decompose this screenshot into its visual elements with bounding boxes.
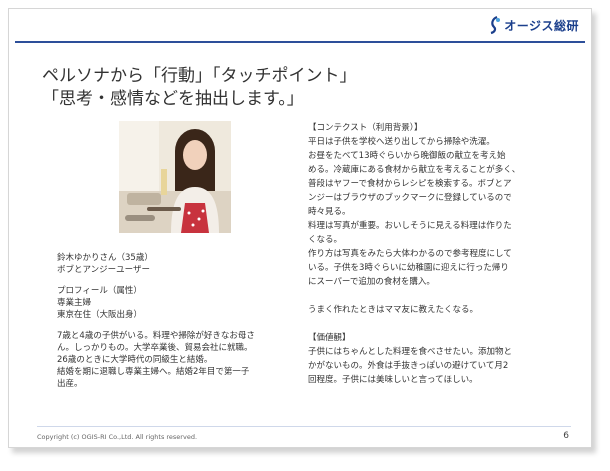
page-number: 6 — [563, 431, 569, 441]
slide: オージス総研 ペルソナから「行動」「タッチポイント」 「思考・感情などを抽出しま… — [8, 8, 592, 448]
header-rule — [15, 41, 585, 43]
context-line: にスーパーで追加の食材を購入。 — [308, 277, 435, 287]
context-heading: 【コンテクスト（利用背景）】 — [308, 123, 423, 133]
profile-job: 専業主婦 — [57, 298, 92, 308]
context-line: める。冷蔵庫にある食材から献立を考えることが多く、 — [308, 165, 521, 175]
values-line: かがないもの。外食は手抜きっぽいの避けていて月2 — [308, 361, 509, 371]
context-line: くなる。 — [308, 235, 343, 245]
bio-line: ん。しっかりもの。大学卒業後、貿易会社に就職。 — [57, 343, 253, 353]
title-line-1: ペルソナから「行動」「タッチポイント」 — [42, 66, 357, 86]
bio-line: 7歳と4歳の子供がいる。料理や掃除が好きなお母さ — [57, 331, 255, 341]
persona-photo — [119, 121, 231, 233]
bio-line: 26歳のときに大学時代の同級生と結婚。 — [57, 355, 213, 365]
profile-residence: 東京在住（大阪出身） — [57, 310, 143, 320]
context-section: 【コンテクスト（利用背景）】 平日は子供を学校へ送り出してから掃除や洗濯。 お昼… — [308, 121, 576, 387]
context-line: お昼をたべて13時ぐらいから晩御飯の献立を考え始 — [308, 151, 506, 161]
bio-line: 結婚を期に退職し専業主婦へ。結婚2年目で第一子 — [57, 367, 250, 377]
slide-title: ペルソナから「行動」「タッチポイント」 「思考・感情などを抽出します。」 — [42, 65, 357, 111]
context-line: 普段はヤフーで食材からレシピを検索する。ボブとア — [308, 179, 512, 189]
title-line-2: 「思考・感情などを抽出します。」 — [42, 89, 304, 109]
context-line: 時々見る。 — [308, 207, 351, 217]
context-line: 平日は子供を学校へ送り出してから掃除や洗濯。 — [308, 137, 495, 147]
context-line: いる。子供を3時ぐらいに幼稚園に迎えに行った帰り — [308, 263, 509, 273]
copyright-text: Copyright (c) OGIS-RI Co.,Ltd. All right… — [37, 433, 198, 441]
logo-mark-icon — [490, 15, 501, 35]
profile-heading: プロフィール（属性） — [57, 286, 142, 296]
context-line: 料理は写真が重要。おいしそうに見える料理は作りた — [308, 221, 512, 231]
context-extra: うまく作れたときはママ友に教えたくなる。 — [308, 305, 479, 315]
values-line: 子供にはちゃんとした料理を食べさせたい。添加物と — [308, 347, 513, 357]
values-line: 回程度。子供には美味しいと言ってほしい。 — [308, 375, 478, 385]
logo-text: オージス総研 — [504, 18, 579, 33]
persona-user-type: ボブとアンジーユーザー — [57, 265, 150, 275]
values-heading: 【価値観】 — [308, 333, 351, 343]
persona-name: 鈴木ゆかりさん（35歳） — [57, 253, 153, 263]
company-logo: オージス総研 — [488, 15, 579, 35]
bio-line: 出産。 — [57, 379, 83, 389]
context-line: ンジーはブラウザのブックマークに登録しているので — [308, 193, 512, 203]
footer-rule — [37, 426, 571, 427]
context-line: 作り方は写真をみたら大体わかるので参考程度にして — [308, 249, 512, 259]
persona-profile: 鈴木ゆかりさん（35歳） ボブとアンジーユーザー プロフィール（属性） 専業主婦… — [57, 252, 277, 390]
